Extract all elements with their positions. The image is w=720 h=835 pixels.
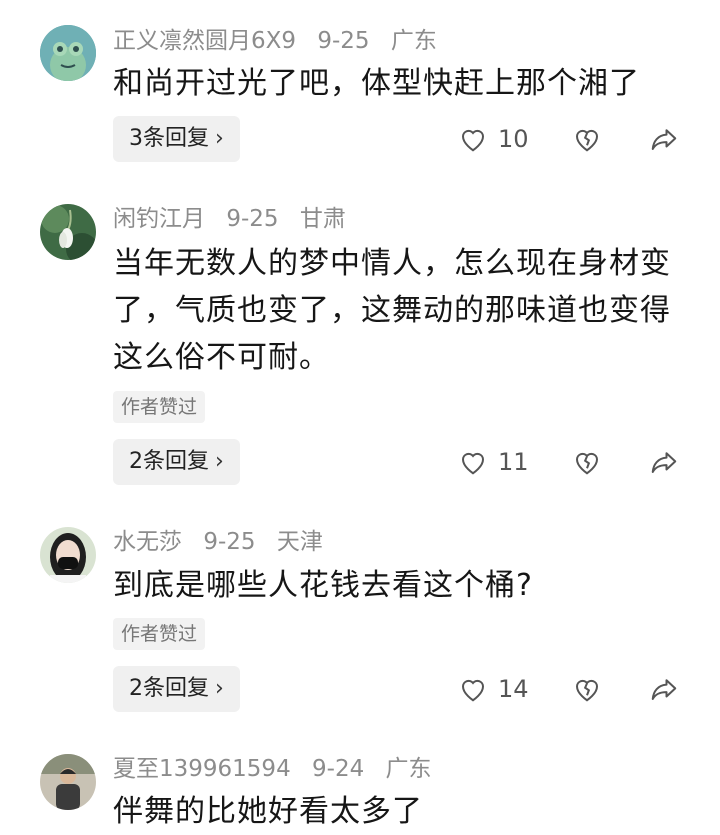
dislike-button[interactable]: [572, 124, 602, 154]
comment-text: 伴舞的比她好看太多了: [113, 794, 423, 829]
author-liked-badge: 作者赞过: [113, 391, 206, 423]
masked-girl-avatar-icon: [40, 527, 96, 583]
username[interactable]: 夏至139961594: [113, 756, 291, 782]
like-button[interactable]: 11: [458, 447, 529, 477]
heart-outline-icon: [461, 129, 485, 152]
username[interactable]: 正义凛然圆月6X9: [113, 28, 296, 54]
broken-heart-icon: [575, 679, 599, 702]
like-count: 14: [498, 675, 529, 703]
comment-meta: 闲钓江月 9-25 甘肃: [113, 204, 360, 234]
man-photo-avatar-icon: [40, 754, 96, 810]
author-liked-badge: 作者赞过: [113, 618, 206, 650]
broken-heart-icon: [575, 129, 599, 152]
comment-text: 和尚开过光了吧，体型快赶上那个湘了: [113, 66, 640, 101]
share-button[interactable]: [648, 674, 680, 704]
username[interactable]: 水无莎: [113, 529, 182, 555]
chevron-right-icon: ›: [215, 449, 224, 474]
snowdrop-flower-avatar-icon: [40, 204, 96, 260]
view-replies-button[interactable]: 2条回复 ›: [113, 666, 240, 712]
like-count: 11: [498, 448, 529, 476]
comment-date: 9-25: [203, 529, 256, 555]
replies-label: 2条回复: [129, 449, 209, 474]
share-button[interactable]: [648, 124, 680, 154]
heart-outline-icon: [461, 679, 485, 702]
like-count: 10: [498, 125, 529, 153]
share-arrow-icon: [651, 452, 677, 473]
chevron-right-icon: ›: [215, 676, 224, 701]
replies-label: 3条回复: [129, 126, 209, 151]
comment-location: 广东: [385, 756, 432, 782]
comment-text: 到底是哪些人花钱去看这个桶?: [113, 568, 533, 603]
view-replies-button[interactable]: 2条回复 ›: [113, 439, 240, 485]
comment-meta: 夏至139961594 9-24 广东: [113, 754, 446, 784]
share-arrow-icon: [651, 679, 677, 700]
comment-meta: 正义凛然圆月6X9 9-25 广东: [113, 26, 451, 56]
view-replies-button[interactable]: 3条回复 ›: [113, 116, 240, 162]
username[interactable]: 闲钓江月: [113, 206, 205, 232]
comment-date: 9-25: [226, 206, 279, 232]
comment-location: 天津: [276, 529, 323, 555]
dislike-button[interactable]: [572, 447, 602, 477]
comment-text: 当年无数人的梦中情人，怎么现在身材变了，气质也变了，这舞动的那味道也变得这么俗不…: [113, 246, 671, 375]
heart-outline-icon: [461, 452, 485, 475]
share-arrow-icon: [651, 129, 677, 150]
like-button[interactable]: 14: [458, 674, 529, 704]
comment-location: 广东: [390, 28, 437, 54]
user-avatar[interactable]: [40, 25, 96, 81]
user-avatar[interactable]: [40, 204, 96, 260]
dislike-button[interactable]: [572, 674, 602, 704]
comment-meta: 水无莎 9-25 天津: [113, 527, 337, 557]
comment-date: 9-25: [317, 28, 370, 54]
chevron-right-icon: ›: [215, 126, 224, 151]
comment-date: 9-24: [312, 756, 365, 782]
broken-heart-icon: [575, 452, 599, 475]
frog-avatar-icon: [40, 25, 96, 81]
comment-location: 甘肃: [299, 206, 346, 232]
share-button[interactable]: [648, 447, 680, 477]
like-button[interactable]: 10: [458, 124, 529, 154]
replies-label: 2条回复: [129, 676, 209, 701]
user-avatar[interactable]: [40, 754, 96, 810]
user-avatar[interactable]: [40, 527, 96, 583]
